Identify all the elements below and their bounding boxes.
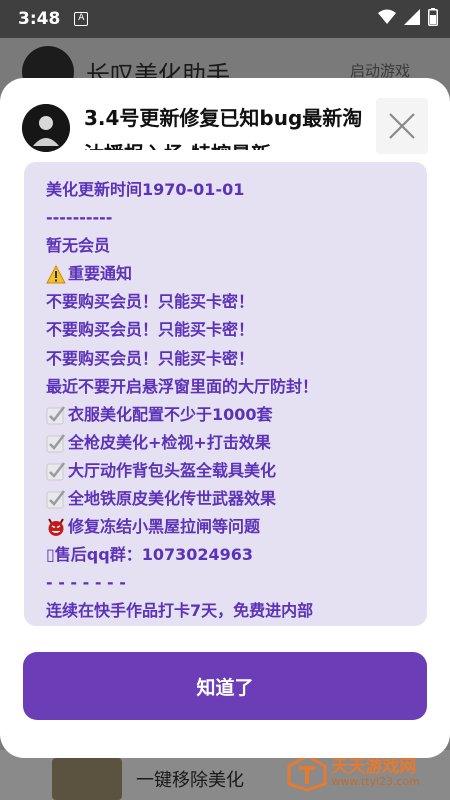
notice-line-text: 不要购买会员！只能买卡密！ [46, 348, 255, 368]
dialog-title: 3.4号更新修复已知bug最新淘汰播报入场 特控最新 [84, 106, 363, 150]
notice-line: 重要通知 [46, 260, 427, 288]
close-icon [389, 113, 415, 139]
warning-icon [46, 264, 66, 284]
background-card-thumbnail [52, 758, 122, 800]
check-icon [46, 433, 66, 453]
devil-icon [46, 517, 66, 537]
battery-icon [428, 8, 438, 30]
wifi-icon [378, 9, 396, 29]
notice-line: 全地铁原皮美化传世武器效果 [46, 485, 427, 513]
notice-line-text: 大厅动作背包头盔全载具美化 [68, 460, 277, 480]
notification-icon: A [74, 12, 89, 26]
notice-line: ---------- [46, 204, 427, 232]
watermark-brand: 天天游戏网 [331, 756, 417, 777]
status-bar: 3:48 A [0, 0, 450, 38]
notice-line: 暂无会员 [46, 232, 427, 260]
update-dialog: 3.4号更新修复已知bug最新淘汰播报入场 特控最新 美化更新时间1970-01… [0, 78, 450, 758]
notice-line-text: - - - - - - - [46, 573, 126, 593]
notice-line-text: 衣服美化配置不少于1000套 [68, 404, 273, 424]
notice-line: 大厅动作背包头盔全载具美化 [46, 457, 427, 485]
notice-line: 不要购买会员！只能买卡密！ [46, 316, 427, 344]
notice-line: - - - - - - - [46, 569, 427, 597]
watermark-logo-icon [287, 754, 327, 792]
notice-line: 不要购买会员！只能买卡密！ [46, 345, 427, 373]
notice-line-text: 暂无会员 [46, 236, 111, 256]
watermark-url: www.ttyl23.com [331, 775, 420, 789]
notice-line-text: 重要通知 [68, 264, 133, 284]
notice-line-text: 全地铁原皮美化传世武器效果 [68, 489, 277, 509]
check-icon [46, 489, 66, 509]
dialog-avatar [22, 104, 70, 152]
close-button[interactable] [376, 98, 428, 154]
background-card-text: 一键移除美化 [136, 770, 244, 791]
check-icon [46, 461, 66, 481]
notice-line-text: ---------- [46, 208, 113, 228]
notice-line-text: 连续在快手作品打卡7天，免费进内部 [46, 601, 314, 621]
confirm-button[interactable]: 知道了 [23, 652, 427, 720]
notice-line-text: 美化更新时间1970-01-01 [46, 180, 245, 199]
notice-line: 不要购买会员！只能买卡密！ [46, 288, 427, 316]
notice-line-text: 不要购买会员！只能买卡密！ [46, 292, 255, 312]
watermark: 天天游戏网 www.ttyl23.com [287, 754, 420, 792]
notice-line: 最近不要开启悬浮窗里面的大厅防封！ [46, 373, 427, 401]
notice-line-text: 修复冻结小黑屋拉闸等问题 [68, 517, 261, 537]
notice-line: ▯售后qq群：1073024963 [46, 541, 427, 569]
check-icon [46, 405, 66, 425]
signal-icon [404, 9, 420, 29]
notice-line: 全枪皮美化+检视+打击效果 [46, 429, 427, 457]
notice-line-text: 最近不要开启悬浮窗里面的大厅防封！ [46, 376, 319, 396]
notice-line: 连续在快手作品打卡7天，免费进内部 [46, 597, 427, 625]
status-time: 3:48 [18, 9, 61, 29]
notice-line-text: 不要购买会员！只能买卡密！ [46, 320, 255, 340]
notice-panel: 美化更新时间1970-01-01 ---------- 暂无会员重要通知不要购买会员… [24, 162, 427, 626]
notice-line: 美化更新时间1970-01-01 [46, 176, 427, 204]
notice-line: 修复冻结小黑屋拉闸等问题 [46, 513, 427, 541]
notice-line: 衣服美化配置不少于1000套 [46, 401, 427, 429]
notice-line-text: 全枪皮美化+检视+打击效果 [68, 432, 271, 452]
notice-line-text: ▯售后qq群：1073024963 [46, 545, 254, 565]
